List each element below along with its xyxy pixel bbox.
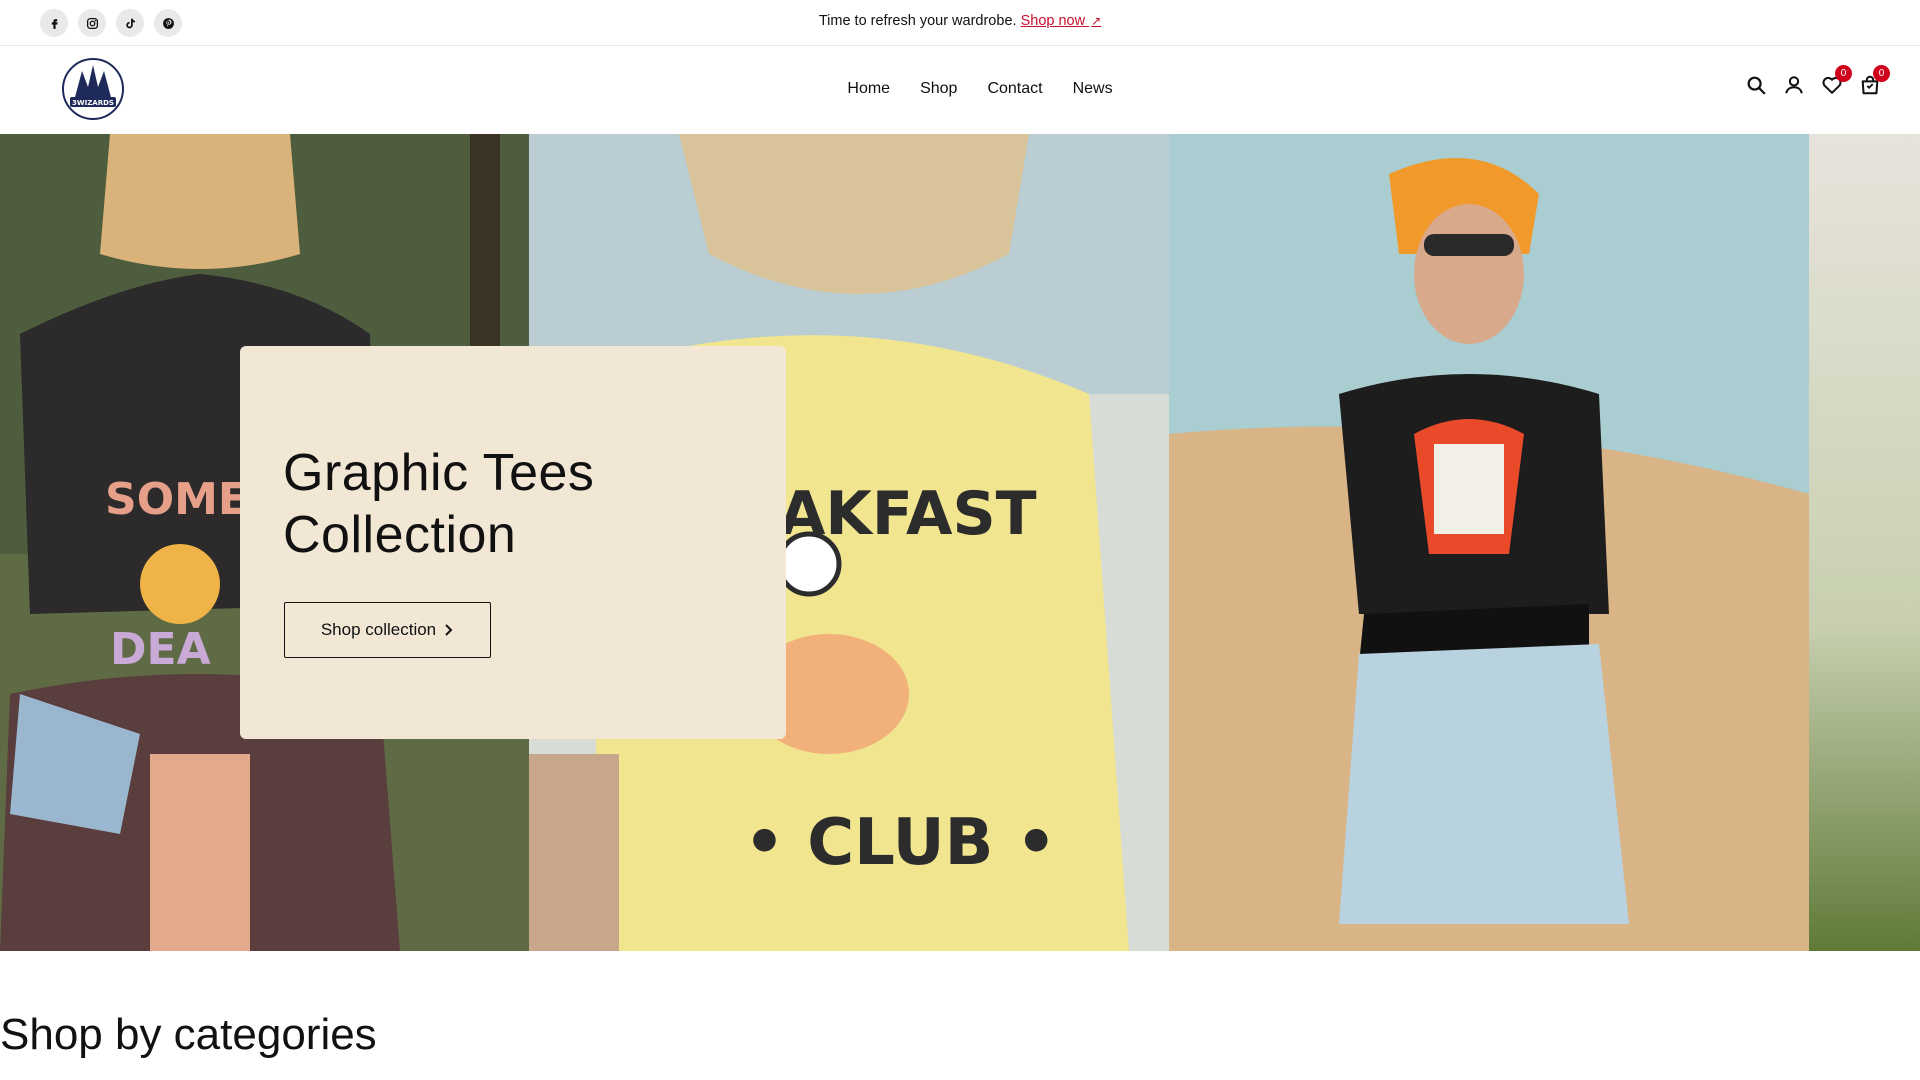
nav-contact[interactable]: Contact [987, 80, 1042, 98]
categories-heading: Shop by categories [0, 1010, 377, 1059]
announcement: Time to refresh your wardrobe. Shop now … [0, 13, 1920, 29]
wishlist-button[interactable]: 0 [1820, 65, 1852, 97]
hero-image-partial [1809, 134, 1920, 951]
header-actions: 0 0 [1744, 65, 1890, 97]
shop-now-label: Shop now [1020, 13, 1086, 29]
account-button[interactable] [1782, 73, 1806, 97]
svg-text:DEA: DEA [110, 624, 211, 675]
cart-count-badge: 0 [1873, 65, 1890, 82]
nav-news[interactable]: News [1073, 80, 1113, 98]
shop-now-link[interactable]: Shop now ↗ [1021, 13, 1102, 29]
hero-card: Graphic Tees Collection Shop collection [240, 346, 786, 739]
hero-image-death-valley-tee [1169, 134, 1809, 951]
wishlist-count-badge: 0 [1835, 65, 1852, 82]
hero-title: Graphic Tees Collection [283, 442, 743, 566]
chevron-right-icon [445, 624, 453, 636]
site-header: 3WIZARDS Home Shop Contact News 0 0 [0, 47, 1920, 134]
nav-home[interactable]: Home [847, 80, 890, 98]
logo-text: 3WIZARDS [72, 99, 114, 107]
search-button[interactable] [1744, 73, 1768, 97]
main-nav: Home Shop Contact News [0, 80, 1920, 98]
announcement-text: Time to refresh your wardrobe. [818, 13, 1017, 29]
hero-title-line-1: Graphic Tees [283, 444, 595, 502]
shop-collection-label: Shop collection [320, 620, 437, 639]
cart-button[interactable]: 0 [1858, 65, 1890, 97]
search-icon [1747, 76, 1766, 95]
announcement-bar: Time to refresh your wardrobe. Shop now … [0, 0, 1920, 46]
svg-text:• CLUB •: • CLUB • [744, 806, 1057, 880]
arrow-up-right-icon: ↗ [1091, 14, 1102, 28]
hero-banner: SOMED DEA AKFAST • CLUB • Graphic Tees C… [0, 134, 1920, 951]
hero-title-line-2: Collection [283, 506, 517, 564]
nav-shop[interactable]: Shop [920, 80, 957, 98]
user-icon [1785, 76, 1803, 94]
shop-collection-button[interactable]: Shop collection [284, 602, 491, 658]
